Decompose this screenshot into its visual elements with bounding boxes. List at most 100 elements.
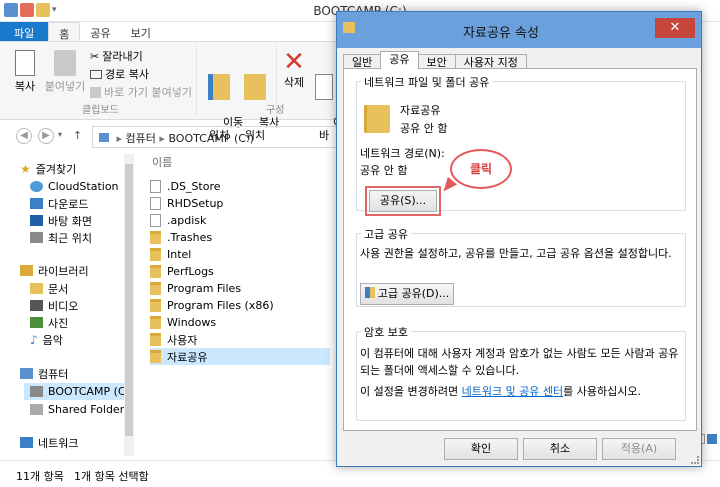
status-selected-count: 1개 항목 선택함 [74, 470, 149, 483]
network-path-label: 네트워크 경로(N): [360, 147, 445, 160]
breadcrumb-drive[interactable]: BOOTCAMP (C:) [168, 132, 254, 145]
folder-icon [150, 350, 161, 363]
network-path-value: 공유 안 함 [360, 164, 408, 177]
nav-item-shared-folders[interactable]: Shared Folders(₩ [30, 401, 124, 418]
nav-network[interactable]: 네트워크 [20, 434, 78, 451]
advanced-sharing-button[interactable]: 고급 공유(D)... [360, 283, 454, 305]
navigation-pane: ★ 즐겨찾기 CloudStation 다운로드 바탕 화면 최근 위치 라이브… [0, 154, 134, 458]
large-icons-view-icon[interactable] [707, 434, 717, 444]
password-protection-description: 이 컴퓨터에 대해 사용자 계정과 암호가 없는 사람도 모든 사람과 공유되는… [360, 347, 679, 377]
cut-button[interactable]: ✂ 잘라내기 [90, 48, 143, 64]
cancel-button[interactable]: 취소 [523, 438, 597, 460]
dialog-close-button[interactable]: ✕ [655, 18, 695, 38]
rename-icon [315, 74, 333, 100]
shared-folder-icon [364, 105, 390, 133]
list-item[interactable]: Program Files (x86) [150, 297, 330, 314]
nav-item-bootcamp[interactable]: BOOTCAMP (C:) [24, 383, 134, 400]
folder-icon [150, 282, 161, 295]
list-item[interactable]: Program Files [150, 280, 330, 297]
list-item[interactable]: Windows [150, 314, 330, 331]
copy-path-button[interactable]: 경로 복사 [90, 66, 149, 82]
organize-group-label: 구성 [266, 105, 285, 116]
copy-button[interactable]: 복사 [10, 50, 40, 93]
delete-x-icon: ✕ [283, 47, 305, 77]
column-header-name[interactable]: 이름 [146, 154, 336, 176]
status-item-count: 11개 항목 [16, 470, 64, 483]
tab-share[interactable]: 공유 [80, 22, 120, 41]
back-button[interactable]: ◀ [16, 128, 32, 144]
nav-computer[interactable]: 컴퓨터 [20, 365, 68, 382]
up-arrow-icon[interactable]: ↑ [73, 129, 82, 142]
list-item[interactable]: 사용자 [150, 331, 330, 348]
scrollbar-thumb[interactable] [125, 164, 133, 436]
recent-icon [30, 232, 43, 243]
nav-libraries[interactable]: 라이브러리 [20, 262, 89, 279]
network-sharing-legend: 네트워크 파일 및 폴더 공유 [361, 74, 493, 90]
video-icon [30, 300, 43, 311]
recent-locations-icon[interactable]: ▾ [58, 130, 62, 139]
nav-scrollbar[interactable] [124, 154, 134, 456]
clipboard-group-label: 클립보드 [82, 105, 119, 116]
paste-button[interactable]: 붙여넣기 [44, 50, 86, 93]
dialog-titlebar: 자료공유 속성 ✕ [337, 12, 701, 48]
tab-file[interactable]: 파일 [0, 22, 49, 41]
scissors-icon: ✂ [90, 49, 100, 63]
sharing-tab-panel: 네트워크 파일 및 폴더 공유 자료공유 공유 안 함 네트워크 경로(N): … [343, 68, 697, 431]
nav-item-downloads[interactable]: 다운로드 [30, 195, 88, 212]
tab-view[interactable]: 보기 [121, 22, 161, 41]
folder-icon [150, 248, 161, 261]
folder-name: 자료공유 [400, 104, 441, 117]
password-protection-change: 이 설정을 변경하려면 네트워크 및 공유 센터를 사용하십시오. [360, 385, 641, 398]
delete-button[interactable]: ✕ 삭제 [280, 48, 308, 89]
download-icon [30, 198, 43, 209]
folder-icon [150, 316, 161, 329]
cloud-icon [30, 181, 43, 192]
folder-icon [150, 231, 161, 244]
address-box[interactable]: ▸ 컴퓨터 ▸ BOOTCAMP (C:) [92, 126, 340, 148]
share-button[interactable]: 공유(S)... [369, 190, 437, 212]
network-sharing-center-link[interactable]: 네트워크 및 공유 센터 [462, 385, 564, 398]
ribbon-divider [196, 46, 197, 116]
list-item-selected[interactable]: 자료공유 [150, 348, 330, 365]
desktop-icon [30, 215, 43, 226]
resize-grip[interactable] [691, 456, 699, 464]
advanced-sharing-legend: 고급 공유 [361, 226, 411, 242]
picture-icon [30, 317, 43, 328]
paste-shortcut-button[interactable]: 바로 가기 붙여넣기 [90, 84, 192, 100]
dialog-title: 자료공유 속성 [463, 26, 539, 41]
ok-button[interactable]: 확인 [444, 438, 518, 460]
list-item[interactable]: .DS_Store [150, 178, 330, 195]
folder-icon [150, 333, 161, 346]
nav-item-music[interactable]: ♪ 음악 [30, 331, 63, 348]
paste-icon [54, 50, 76, 76]
advanced-sharing-description: 사용 권한을 설정하고, 공유를 만들고, 고급 공유 옵션을 설정합니다. [360, 247, 672, 260]
nav-item-desktop[interactable]: 바탕 화면 [30, 212, 92, 229]
documents-icon [30, 283, 43, 294]
network-drive-icon [30, 404, 43, 415]
nav-item-recent[interactable]: 최근 위치 [30, 229, 92, 246]
list-item[interactable]: .Trashes [150, 229, 330, 246]
list-item[interactable]: PerfLogs [150, 263, 330, 280]
nav-item-pictures[interactable]: 사진 [30, 314, 68, 331]
list-item[interactable]: Intel [150, 246, 330, 263]
tab-home[interactable]: 홈 [48, 22, 81, 41]
copy-to-icon [244, 74, 266, 100]
shortcut-icon [90, 86, 101, 98]
tab-sharing[interactable]: 공유 [380, 51, 419, 70]
forward-button[interactable]: ▶ [38, 128, 54, 144]
file-icon [150, 180, 161, 193]
nav-favorites[interactable]: ★ 즐겨찾기 [20, 160, 76, 177]
folder-icon [150, 299, 161, 312]
address-bar-row: ◀ ▶ ▾ ↑ ▸ 컴퓨터 ▸ BOOTCAMP (C:) [0, 126, 340, 148]
nav-item-documents[interactable]: 문서 [30, 280, 68, 297]
ribbon: 복사 붙여넣기 ✂ 잘라내기 경로 복사 바로 가기 붙여넣기 클립보드 이동 … [0, 42, 340, 142]
breadcrumb-computer[interactable]: 컴퓨터 [126, 132, 156, 145]
apply-button[interactable]: 적용(A) [602, 438, 676, 460]
file-list: 이름 .DS_Store RHDSetup .apdisk .Trashes I… [146, 154, 336, 365]
nav-item-videos[interactable]: 비디오 [30, 297, 78, 314]
click-callout: 클릭 [450, 149, 512, 189]
list-item[interactable]: .apdisk [150, 212, 330, 229]
list-item[interactable]: RHDSetup [150, 195, 330, 212]
network-icon [20, 437, 33, 448]
nav-item-cloudstation[interactable]: CloudStation [30, 178, 119, 195]
